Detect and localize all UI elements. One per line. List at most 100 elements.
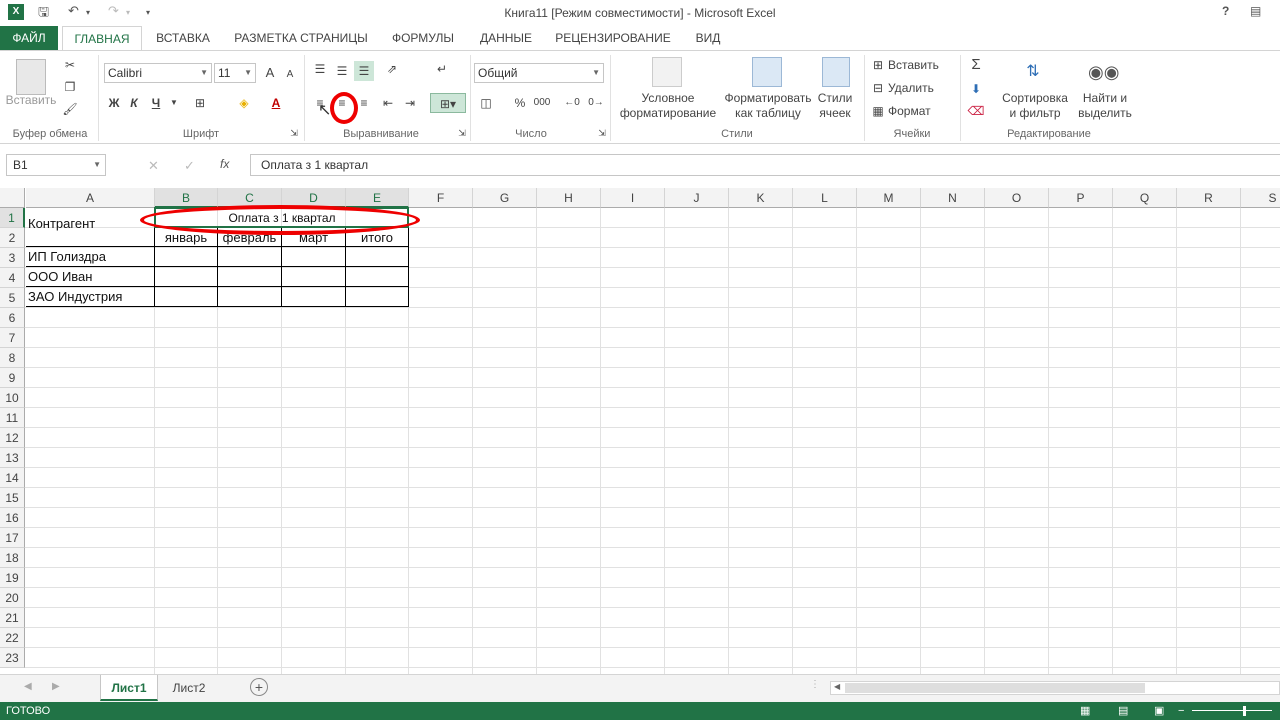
align-top-icon[interactable]: ☰ bbox=[310, 59, 330, 79]
column-header-a[interactable]: A bbox=[26, 188, 155, 208]
scrollbar-thumb[interactable] bbox=[845, 683, 1145, 693]
format-cells-button[interactable]: Формат bbox=[888, 104, 931, 118]
insert-function-button[interactable]: fx bbox=[220, 157, 229, 171]
zoom-slider[interactable] bbox=[1192, 710, 1272, 711]
underline-button[interactable]: Ч bbox=[146, 93, 166, 113]
column-header-j[interactable]: J bbox=[665, 188, 729, 208]
increase-indent-icon[interactable]: ⇥ bbox=[400, 93, 420, 113]
font-color-button[interactable]: A bbox=[266, 93, 286, 113]
paste-icon[interactable] bbox=[16, 59, 46, 95]
cell-a5[interactable]: ЗАО Индустрия bbox=[28, 287, 122, 307]
grow-font-button[interactable]: A bbox=[260, 63, 280, 83]
scroll-right-icon[interactable]: ▶ bbox=[52, 681, 60, 692]
insert-cells-icon[interactable]: ⊞ bbox=[868, 55, 888, 75]
formula-input[interactable]: Оплата з 1 квартал bbox=[250, 154, 1280, 176]
font-name-select[interactable]: Calibri ▼ bbox=[104, 63, 212, 83]
thousands-button[interactable]: 000 bbox=[532, 93, 552, 113]
alignment-dialog-launcher-icon[interactable]: ⇲ bbox=[452, 123, 472, 143]
increase-decimal-icon[interactable]: ←0 bbox=[562, 93, 582, 113]
row-header-1[interactable]: 1 bbox=[0, 208, 25, 228]
row-header-14[interactable]: 14 bbox=[0, 468, 25, 488]
find-select-button[interactable]: Найти и выделить bbox=[1074, 91, 1136, 121]
copy-icon[interactable]: ❐ bbox=[60, 77, 80, 97]
row-header-12[interactable]: 12 bbox=[0, 428, 25, 448]
conditional-formatting-button[interactable]: Условное форматирование bbox=[612, 91, 724, 121]
align-bottom-icon[interactable]: ☰ bbox=[354, 61, 374, 81]
row-header-21[interactable]: 21 bbox=[0, 608, 25, 628]
format-as-table-button[interactable]: Форматировать как таблицу bbox=[720, 91, 816, 121]
row-header-5[interactable]: 5 bbox=[0, 288, 25, 308]
column-header-e[interactable]: E bbox=[346, 188, 409, 208]
column-header-m[interactable]: M bbox=[857, 188, 921, 208]
column-header-h[interactable]: H bbox=[537, 188, 601, 208]
borders-icon[interactable]: ⊞ bbox=[190, 93, 210, 113]
number-dialog-launcher-icon[interactable]: ⇲ bbox=[592, 123, 612, 143]
row-header-13[interactable]: 13 bbox=[0, 448, 25, 468]
select-all-button[interactable] bbox=[0, 188, 25, 208]
tab-view[interactable]: ВИД bbox=[688, 26, 728, 50]
number-format-select[interactable]: Общий ▼ bbox=[474, 63, 604, 83]
currency-icon[interactable]: ◫ bbox=[476, 93, 496, 113]
row-header-18[interactable]: 18 bbox=[0, 548, 25, 568]
shrink-font-button[interactable]: A bbox=[280, 65, 300, 85]
name-box[interactable]: B1 ▼ bbox=[6, 154, 106, 176]
row-header-22[interactable]: 22 bbox=[0, 628, 25, 648]
column-header-s[interactable]: S bbox=[1241, 188, 1280, 208]
font-size-select[interactable]: 11 ▼ bbox=[214, 63, 256, 83]
horizontal-scrollbar[interactable]: ◀ bbox=[830, 681, 1280, 695]
fill-color-icon[interactable]: ◈ bbox=[234, 93, 254, 113]
orientation-icon[interactable]: ⇗ bbox=[382, 59, 402, 79]
row-header-17[interactable]: 17 bbox=[0, 528, 25, 548]
autosum-icon[interactable]: Σ bbox=[966, 55, 986, 75]
underline-dropdown-icon[interactable]: ▼ bbox=[164, 93, 184, 113]
fill-icon[interactable]: ⬇ bbox=[966, 79, 986, 99]
wrap-text-icon[interactable]: ↵ bbox=[432, 59, 452, 79]
column-header-k[interactable]: K bbox=[729, 188, 793, 208]
cut-icon[interactable]: ✂ bbox=[60, 55, 80, 75]
cancel-icon[interactable]: ✕ bbox=[148, 158, 159, 174]
row-header-19[interactable]: 19 bbox=[0, 568, 25, 588]
tab-formulas[interactable]: ФОРМУЛЫ bbox=[386, 26, 460, 50]
tab-page-layout[interactable]: РАЗМЕТКА СТРАНИЦЫ bbox=[228, 26, 374, 50]
column-header-o[interactable]: O bbox=[985, 188, 1049, 208]
tab-home[interactable]: ГЛАВНАЯ bbox=[62, 26, 142, 50]
column-header-r[interactable]: R bbox=[1177, 188, 1241, 208]
row-header-20[interactable]: 20 bbox=[0, 588, 25, 608]
zoom-out-icon[interactable]: − bbox=[1178, 702, 1184, 720]
tab-review[interactable]: РЕЦЕНЗИРОВАНИЕ bbox=[552, 26, 674, 50]
row-header-3[interactable]: 3 bbox=[0, 248, 25, 268]
format-painter-icon[interactable]: 🖌 bbox=[60, 99, 80, 119]
sort-filter-button[interactable]: Сортировка и фильтр bbox=[996, 91, 1074, 121]
row-header-15[interactable]: 15 bbox=[0, 488, 25, 508]
scroll-left-arrow-icon[interactable]: ◀ bbox=[834, 682, 840, 691]
row-header-10[interactable]: 10 bbox=[0, 388, 25, 408]
column-header-b[interactable]: B bbox=[155, 188, 218, 208]
row-header-2[interactable]: 2 bbox=[0, 228, 25, 248]
cell-a4[interactable]: ООО Иван bbox=[28, 267, 92, 287]
tab-file[interactable]: ФАЙЛ bbox=[0, 26, 58, 50]
merge-center-icon[interactable]: ⊞▾ bbox=[430, 93, 466, 113]
decrease-decimal-icon[interactable]: 0→ bbox=[586, 93, 606, 113]
row-header-6[interactable]: 6 bbox=[0, 308, 25, 328]
column-header-f[interactable]: F bbox=[409, 188, 473, 208]
format-cells-icon[interactable]: ▦ bbox=[868, 101, 888, 121]
format-as-table-icon[interactable] bbox=[752, 57, 782, 87]
font-dialog-launcher-icon[interactable]: ⇲ bbox=[284, 123, 304, 143]
column-header-l[interactable]: L bbox=[793, 188, 857, 208]
split-handle-icon[interactable]: ⋮ bbox=[810, 679, 820, 690]
column-header-p[interactable]: P bbox=[1049, 188, 1113, 208]
sheet-tab-1[interactable]: Лист1 bbox=[100, 675, 158, 701]
row-header-11[interactable]: 11 bbox=[0, 408, 25, 428]
row-header-9[interactable]: 9 bbox=[0, 368, 25, 388]
binoculars-icon[interactable]: ◉◉ bbox=[1088, 57, 1119, 87]
delete-cells-button[interactable]: Удалить bbox=[888, 81, 934, 95]
decrease-indent-icon[interactable]: ⇤ bbox=[378, 93, 398, 113]
cell-styles-button[interactable]: Стили ячеек bbox=[810, 91, 860, 121]
zoom-slider-thumb[interactable] bbox=[1243, 706, 1246, 716]
normal-view-icon[interactable]: ▦ bbox=[1080, 702, 1090, 720]
scroll-left-icon[interactable]: ◀ bbox=[24, 681, 32, 692]
bold-button[interactable]: Ж bbox=[104, 93, 124, 113]
insert-cells-button[interactable]: Вставить bbox=[888, 58, 939, 72]
sort-filter-icon[interactable]: ⇅ bbox=[1018, 57, 1048, 87]
tab-data[interactable]: ДАННЫЕ bbox=[474, 26, 538, 50]
